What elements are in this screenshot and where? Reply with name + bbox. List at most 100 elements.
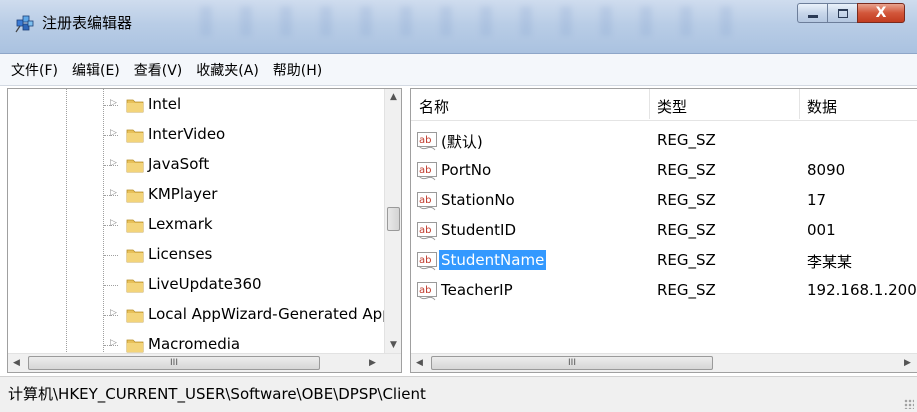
title-bar-blur	[200, 6, 760, 36]
svg-text:ab: ab	[419, 195, 431, 206]
minimize-button[interactable]	[797, 3, 827, 23]
value-row-studentid[interactable]: ab StudentID REG_SZ 001	[411, 216, 917, 246]
value-name: StationNo	[441, 191, 515, 209]
tree-connector	[104, 255, 118, 256]
scroll-up-arrow-icon[interactable]: ▲	[385, 89, 401, 106]
scroll-left-arrow-icon[interactable]: ◀	[8, 354, 25, 372]
value-name: (默认)	[441, 133, 483, 151]
tree-item-kmplayer[interactable]: ▷ KMPlayer	[8, 180, 385, 210]
column-header-type[interactable]: 类型	[657, 96, 687, 117]
value-row-teacherip[interactable]: ab TeacherIP REG_SZ 192.168.1.200	[411, 276, 917, 306]
column-header-data[interactable]: 数据	[807, 96, 837, 117]
expand-icon[interactable]: ▷	[110, 98, 117, 108]
value-name: StudentID	[441, 221, 517, 239]
close-icon: X	[875, 5, 887, 21]
scroll-down-arrow-icon[interactable]: ▼	[385, 337, 401, 354]
registry-tree[interactable]: ▷ Intel ▷ InterVideo ▷ JavaSoft ▷ KMPlay…	[7, 88, 402, 373]
menu-edit[interactable]: 编辑(E)	[72, 60, 120, 80]
tree-item-label: KMPlayer	[148, 185, 218, 203]
expand-icon[interactable]: ▷	[110, 158, 117, 168]
folder-icon	[126, 309, 144, 323]
column-header-name[interactable]: 名称	[419, 96, 449, 117]
tree-item-label: Local AppWizard-Generated App	[148, 305, 385, 323]
tree-vertical-scroll-thumb[interactable]	[387, 207, 400, 231]
value-data: 李某某	[807, 253, 853, 271]
menu-help[interactable]: 帮助(H)	[273, 60, 322, 80]
value-row-portno[interactable]: ab PortNo REG_SZ 8090	[411, 156, 917, 186]
regedit-icon	[15, 15, 34, 33]
list-horizontal-scrollbar[interactable]: ◀ III ▶	[411, 353, 917, 372]
tree-item-label: LiveUpdate360	[148, 275, 262, 293]
tree-item-licenses[interactable]: Licenses	[8, 240, 385, 270]
svg-text:ab: ab	[419, 165, 431, 176]
value-type: REG_SZ	[657, 281, 716, 299]
tree-item-intel[interactable]: ▷ Intel	[8, 90, 385, 120]
tree-horizontal-scrollbar[interactable]: ◀ III ▶	[8, 353, 401, 372]
string-value-icon: ab	[417, 132, 437, 151]
tree-connector	[104, 285, 118, 286]
tree-horizontal-scroll-thumb[interactable]: III	[28, 356, 320, 370]
value-data: 8090	[807, 161, 846, 179]
window-title: 注册表编辑器	[42, 14, 133, 32]
minimize-icon	[807, 14, 818, 18]
value-type: REG_SZ	[657, 221, 716, 239]
tree-item-label: Lexmark	[148, 215, 213, 233]
current-key-path: 计算机\HKEY_CURRENT_USER\Software\OBE\DPSP\…	[8, 385, 426, 403]
menu-view[interactable]: 查看(V)	[134, 60, 183, 80]
expand-icon[interactable]: ▷	[110, 128, 117, 138]
expand-icon[interactable]: ▷	[110, 188, 117, 198]
folder-icon	[126, 99, 144, 113]
tree-item-label: Intel	[148, 95, 182, 113]
values-list[interactable]: 名称 类型 数据 ab (默认) REG_SZ ab PortNo REG_SZ…	[410, 88, 917, 373]
expand-icon[interactable]: ▷	[110, 308, 117, 318]
expand-icon[interactable]: ▷	[110, 338, 117, 348]
string-value-icon: ab	[417, 282, 437, 301]
scroll-right-arrow-icon[interactable]: ▶	[364, 354, 381, 372]
folder-icon	[126, 339, 144, 353]
tree-item-label: JavaSoft	[148, 155, 210, 173]
value-data: 192.168.1.200	[807, 281, 917, 299]
tree-item-lexmark[interactable]: ▷ Lexmark	[8, 210, 385, 240]
resize-grip-icon[interactable]	[904, 399, 914, 409]
tree-item-macromedia[interactable]: ▷ Macromedia	[8, 330, 385, 354]
folder-icon	[126, 159, 144, 173]
svg-text:ab: ab	[419, 225, 431, 236]
folder-icon	[126, 129, 144, 143]
menu-file[interactable]: 文件(F)	[11, 60, 58, 80]
tree-item-label: Macromedia	[148, 335, 241, 353]
string-value-icon: ab	[417, 252, 437, 271]
expand-icon[interactable]: ▷	[110, 218, 117, 228]
string-value-icon: ab	[417, 162, 437, 181]
scroll-grip-icon: III	[170, 358, 178, 368]
tree-item-label: InterVideo	[148, 125, 226, 143]
status-bar: 计算机\HKEY_CURRENT_USER\Software\OBE\DPSP\…	[0, 376, 917, 412]
scroll-right-arrow-icon[interactable]: ▶	[899, 354, 916, 372]
column-divider[interactable]	[799, 89, 800, 119]
list-header: 名称 类型 数据	[411, 89, 917, 121]
close-button[interactable]: X	[857, 3, 905, 23]
list-horizontal-scroll-thumb[interactable]: III	[431, 356, 713, 370]
tree-body: ▷ Intel ▷ InterVideo ▷ JavaSoft ▷ KMPlay…	[8, 89, 385, 354]
value-row-default[interactable]: ab (默认) REG_SZ	[411, 126, 917, 156]
folder-icon	[126, 249, 144, 263]
tree-item-javasoft[interactable]: ▷ JavaSoft	[8, 150, 385, 180]
tree-item-local-appwizard[interactable]: ▷ Local AppWizard-Generated App	[8, 300, 385, 330]
string-value-icon: ab	[417, 222, 437, 241]
value-row-studentname[interactable]: ab StudentName REG_SZ 李某某	[411, 246, 917, 276]
window-controls: X	[797, 3, 905, 25]
column-divider[interactable]	[649, 89, 650, 119]
tree-item-intervideo[interactable]: ▷ InterVideo	[8, 120, 385, 150]
scroll-left-arrow-icon[interactable]: ◀	[411, 354, 428, 372]
value-row-stationno[interactable]: ab StationNo REG_SZ 17	[411, 186, 917, 216]
value-type: REG_SZ	[657, 251, 716, 269]
folder-icon	[126, 219, 144, 233]
string-value-icon: ab	[417, 192, 437, 211]
value-type: REG_SZ	[657, 131, 716, 149]
maximize-button[interactable]	[827, 3, 857, 23]
menu-favorites[interactable]: 收藏夹(A)	[196, 60, 259, 80]
tree-vertical-scrollbar[interactable]: ▲ ▼	[384, 89, 401, 354]
tree-item-label: Licenses	[148, 245, 213, 263]
tree-item-liveupdate360[interactable]: LiveUpdate360	[8, 270, 385, 300]
value-data: 001	[807, 221, 836, 239]
value-data: 17	[807, 191, 827, 209]
